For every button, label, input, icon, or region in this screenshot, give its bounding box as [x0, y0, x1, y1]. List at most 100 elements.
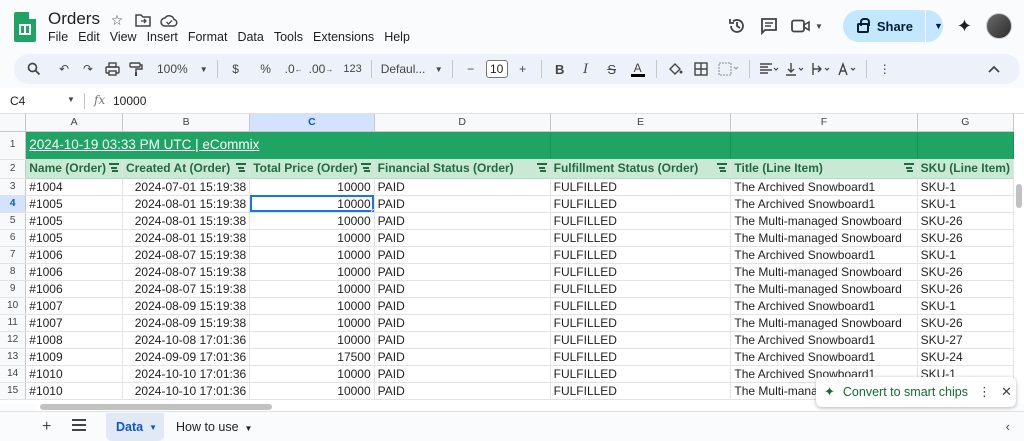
paint-format-icon[interactable] [124, 57, 148, 81]
formula-input[interactable]: 10000 [113, 94, 146, 108]
currency-button[interactable]: $ [224, 57, 248, 81]
spreadsheet-grid[interactable]: A B C D E F G 1 2024-10-19 03:33 PM UTC … [0, 114, 1014, 404]
table-cell[interactable]: FULFILLED [550, 195, 732, 213]
selected-cell[interactable]: 10000 [249, 195, 375, 213]
table-cell[interactable]: 10000 [249, 382, 375, 400]
font-size-input[interactable]: 10 [483, 57, 511, 81]
close-icon[interactable]: ✕ [1001, 384, 1012, 400]
table-cell[interactable]: 2024-08-01 15:19:38 [122, 195, 251, 213]
menu-view[interactable]: View [110, 30, 143, 44]
table-cell[interactable]: #1005 [25, 212, 123, 230]
text-color-button[interactable]: A [626, 57, 650, 81]
column-header-f[interactable]: F [730, 114, 918, 132]
cloud-icon[interactable] [160, 11, 178, 29]
table-cell[interactable]: #1006 [25, 263, 123, 281]
table-cell[interactable]: SKU-1 [917, 178, 1014, 196]
table-cell[interactable]: SKU-1 [917, 297, 1014, 315]
font-size-decrease-button[interactable]: − [459, 57, 483, 81]
horizontal-align-icon[interactable] [756, 57, 782, 81]
text-rotation-icon[interactable] [834, 57, 860, 81]
table-cell[interactable]: #1004 [25, 178, 123, 196]
table-cell[interactable]: #1005 [25, 195, 123, 213]
column-header-b[interactable]: B [122, 114, 251, 132]
table-cell[interactable]: #1010 [25, 365, 123, 383]
filter-icon[interactable] [108, 162, 119, 172]
comment-icon[interactable] [753, 11, 785, 41]
table-cell[interactable]: PAID [374, 212, 551, 230]
row-header[interactable]: 2 [0, 159, 27, 179]
share-button[interactable]: Share ▼ [842, 10, 943, 42]
column-header-a[interactable]: A [25, 114, 123, 132]
table-cell[interactable]: PAID [374, 314, 551, 332]
decrease-decimal-button[interactable]: .0 ← [282, 57, 306, 81]
italic-button[interactable]: I [574, 57, 598, 81]
column-header-d[interactable]: D [374, 114, 551, 132]
row-header[interactable]: 14 [0, 365, 27, 383]
table-cell[interactable]: The Archived Snowboard1 [730, 246, 918, 264]
table-cell[interactable]: 2024-10-10 17:01:36 [122, 365, 251, 383]
row-header[interactable]: 9 [0, 280, 27, 298]
table-cell[interactable]: FULFILLED [550, 246, 732, 264]
table-cell[interactable]: 2024-10-08 17:01:36 [122, 331, 251, 349]
table-cell[interactable]: FULFILLED [550, 297, 732, 315]
collapse-toolbar-icon[interactable] [982, 57, 1006, 81]
table-cell[interactable]: 2024-08-07 15:19:38 [122, 280, 251, 298]
table-cell[interactable]: 2024-08-01 15:19:38 [122, 229, 251, 247]
tab-how-to-use[interactable]: How to use ▼ [176, 420, 252, 434]
table-cell[interactable]: The Archived Snowboard1 [730, 331, 918, 349]
column-header-e[interactable]: E [550, 114, 732, 132]
table-cell[interactable]: SKU-24 [917, 348, 1014, 366]
table-cell[interactable]: SKU-1 [917, 246, 1014, 264]
menu-help[interactable]: Help [384, 30, 416, 44]
row-header[interactable]: 13 [0, 348, 27, 366]
table-cell[interactable]: The Archived Snowboard1 [730, 178, 918, 196]
table-cell[interactable]: FULFILLED [550, 280, 732, 298]
row-header[interactable]: 8 [0, 263, 27, 281]
table-cell[interactable]: 10000 [249, 280, 375, 298]
table-cell[interactable]: 10000 [249, 212, 375, 230]
increase-decimal-button[interactable]: .00 → [306, 57, 337, 81]
table-cell[interactable]: 2024-07-01 15:19:38 [122, 178, 251, 196]
table-cell[interactable]: SKU-26 [917, 280, 1014, 298]
row-header[interactable]: 12 [0, 331, 27, 349]
bold-button[interactable]: B [548, 57, 572, 81]
table-cell[interactable]: PAID [374, 348, 551, 366]
row-header[interactable]: 10 [0, 297, 27, 315]
table-cell[interactable]: PAID [374, 246, 551, 264]
all-sheets-icon[interactable] [72, 419, 86, 431]
table-cell[interactable]: 10000 [249, 263, 375, 281]
name-box-dropdown-icon[interactable]: ▼ [67, 95, 75, 104]
table-cell[interactable]: FULFILLED [550, 229, 732, 247]
table-cell[interactable]: The Multi-managed Snowboard [730, 212, 918, 230]
font-select[interactable]: Defaul... ▼ [378, 57, 446, 81]
table-cell[interactable]: PAID [374, 229, 551, 247]
table-cell[interactable]: 10000 [249, 229, 375, 247]
filter-icon[interactable] [717, 162, 728, 172]
row-header[interactable]: 15 [0, 382, 27, 400]
table-cell[interactable]: SKU-26 [917, 314, 1014, 332]
menu-tools[interactable]: Tools [274, 30, 309, 44]
row-header[interactable]: 1 [0, 131, 27, 160]
menu-data[interactable]: Data [237, 30, 269, 44]
table-cell[interactable]: #1006 [25, 280, 123, 298]
table-cell[interactable]: #1007 [25, 314, 123, 332]
table-cell[interactable]: 2024-09-09 17:01:36 [122, 348, 251, 366]
header-cell[interactable]: Name (Order) [25, 159, 123, 179]
table-cell[interactable]: FULFILLED [550, 178, 732, 196]
gemini-icon[interactable]: ✦ [957, 16, 972, 37]
convert-smart-chips-button[interactable]: Convert to smart chips [843, 385, 968, 399]
menu-insert[interactable]: Insert [147, 30, 184, 44]
history-icon[interactable] [721, 11, 753, 41]
table-cell[interactable]: FULFILLED [550, 382, 732, 400]
row-header[interactable]: 3 [0, 178, 27, 196]
zoom-select[interactable]: 100% ▼ [154, 57, 211, 81]
table-cell[interactable]: 2024-08-01 15:19:38 [122, 212, 251, 230]
table-cell[interactable]: FULFILLED [550, 314, 732, 332]
table-cell[interactable]: FULFILLED [550, 263, 732, 281]
menu-edit[interactable]: Edit [78, 30, 106, 44]
borders-icon[interactable] [689, 57, 713, 81]
table-cell[interactable]: PAID [374, 365, 551, 383]
search-icon[interactable] [22, 57, 46, 81]
table-cell[interactable]: FULFILLED [550, 348, 732, 366]
table-cell[interactable]: The Archived Snowboard1 [730, 195, 918, 213]
